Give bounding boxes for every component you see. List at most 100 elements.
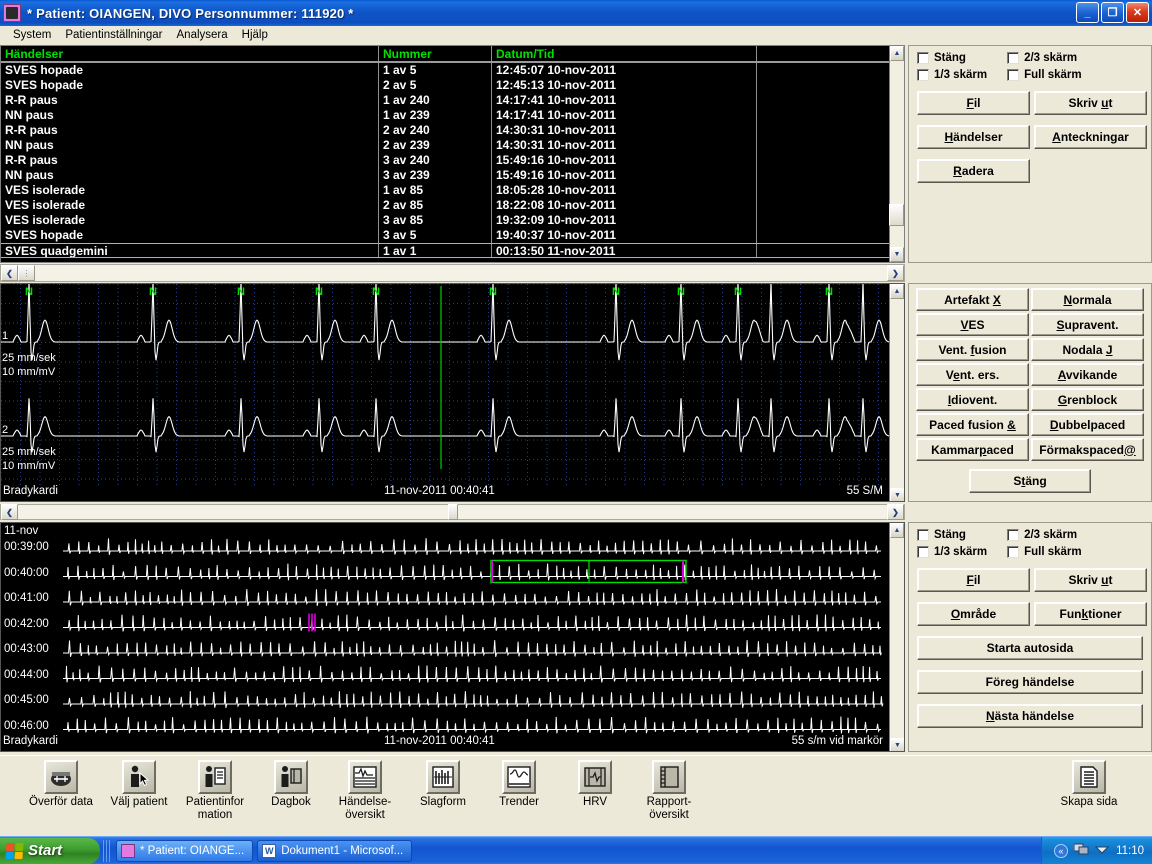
checkbox-icon[interactable] [1007, 529, 1020, 541]
classify-button-nodala-j[interactable]: Nodala J [1031, 338, 1144, 361]
toolbar-overfor-data[interactable]: Överför data [18, 760, 104, 809]
checkbox-stang-bottom[interactable]: Stäng [917, 529, 987, 541]
table-row[interactable]: SVES hopade 3 av 5 19:40:37 10-nov-2011 [1, 228, 904, 243]
ecg-hscroll-thumb[interactable] [447, 504, 458, 520]
toolbar-rapportoversikt[interactable]: Rapport- översikt [626, 760, 712, 822]
table-row[interactable]: SVES hopade 1 av 5 12:45:07 10-nov-2011 [1, 63, 904, 78]
toolbar-patientinformation[interactable]: Patientinfor mation [172, 760, 258, 822]
checkbox-third-screen-top[interactable]: 1/3 skärm [917, 69, 987, 81]
table-row[interactable]: NN paus 1 av 239 14:17:41 10-nov-2011 [1, 108, 904, 123]
tray-clock[interactable]: 11:10 [1116, 845, 1144, 857]
events-table[interactable]: Händelser Nummer Datum/Tid SVES hopade 1 … [0, 45, 905, 263]
checkbox-icon[interactable] [917, 529, 929, 541]
classify-button-f-rmakspaced[interactable]: Förmakspaced@ [1031, 438, 1144, 461]
classify-button-kammarpaced[interactable]: Kammarpaced [916, 438, 1029, 461]
events-horizontal-scrollbar[interactable]: ❮ ⋮ ❯ [0, 264, 905, 282]
handelser-button[interactable]: Händelser [917, 125, 1030, 149]
table-row[interactable]: R-R paus 3 av 240 15:49:16 10-nov-2011 [1, 153, 904, 168]
ecg-vertical-scrollbar[interactable]: ▲ ▼ [889, 284, 904, 501]
classify-button-grenblock[interactable]: Grenblock [1031, 388, 1144, 411]
full-disclosure-view[interactable]: 11-nov 00:39:00 00:40:00 00:41:00 00:42:00 0… [0, 522, 905, 752]
checkbox-icon[interactable] [917, 69, 929, 81]
table-row[interactable]: VES isolerade 1 av 85 18:05:28 10-nov-2011 [1, 183, 904, 198]
classify-button-vent-fusion[interactable]: Vent. fusion [916, 338, 1029, 361]
toolbar-trender[interactable]: Trender [476, 760, 562, 809]
checkbox-stang-top[interactable]: Stäng [917, 52, 987, 64]
table-row[interactable]: NN paus 3 av 239 15:49:16 10-nov-2011 [1, 168, 904, 183]
ecg-strip-view[interactable]: N N N N N N N N N N 1 25 mm/sek 10 mm/mV 2 25 mm/… [0, 283, 905, 502]
ecg-horizontal-scrollbar[interactable]: ❮ ❯ [0, 504, 905, 520]
checkbox-icon[interactable] [1007, 546, 1020, 558]
fil-button-bottom[interactable]: Fil [917, 568, 1030, 592]
foreg-handelse-button[interactable]: Föreg händelse [917, 670, 1143, 694]
close-button[interactable]: ✕ [1126, 2, 1149, 23]
checkbox-full-screen-top[interactable]: Full skärm [1007, 69, 1082, 81]
events-hscroll-track[interactable] [35, 265, 887, 281]
menu-item-patientinstallningar[interactable]: Patientinställningar [58, 28, 169, 42]
table-row[interactable]: R-R paus 2 av 240 14:30:31 10-nov-2011 [1, 123, 904, 138]
anteckningar-button[interactable]: Anteckningar [1034, 125, 1147, 149]
menu-item-system[interactable]: System [6, 28, 58, 42]
column-header-nummer[interactable]: Nummer [379, 46, 492, 61]
full-disclosure-waveform[interactable] [1, 523, 891, 737]
skriv-ut-button-bottom[interactable]: Skriv ut [1034, 568, 1147, 592]
fd-scroll-down-icon[interactable]: ▼ [890, 738, 904, 751]
scroll-right-icon[interactable]: ❯ [887, 265, 904, 281]
scroll-up-icon[interactable]: ▲ [890, 46, 904, 61]
fd-vertical-scrollbar[interactable]: ▲ ▼ [889, 523, 904, 751]
ecg-scroll-right-icon[interactable]: ❯ [887, 504, 904, 520]
table-row[interactable]: R-R paus 1 av 240 14:17:41 10-nov-2011 [1, 93, 904, 108]
checkbox-full-screen-bottom[interactable]: Full skärm [1007, 546, 1082, 558]
ecg-scroll-left-icon[interactable]: ❮ [1, 504, 18, 520]
checkbox-third-screen-bottom[interactable]: 1/3 skärm [917, 546, 987, 558]
nasta-handelse-button[interactable]: Nästa händelse [917, 704, 1143, 728]
events-scroll-thumb[interactable] [889, 204, 904, 226]
skriv-ut-button-top[interactable]: Skriv ut [1034, 91, 1147, 115]
taskbar-item-dokument[interactable]: W Dokument1 - Microsof... [257, 839, 413, 862]
stang-button-classify[interactable]: Stäng [969, 469, 1091, 493]
column-header-datumtid[interactable]: Datum/Tid [492, 46, 757, 61]
checkbox-icon[interactable] [1007, 69, 1020, 81]
classify-button-ves[interactable]: VES [916, 313, 1029, 336]
column-header-empty[interactable] [757, 46, 904, 61]
table-row[interactable]: VES isolerade 3 av 85 19:32:09 10-nov-2011 [1, 213, 904, 228]
column-header-handelser[interactable]: Händelser [1, 46, 379, 61]
events-vertical-scrollbar[interactable]: ▲ ▼ [889, 46, 904, 262]
classify-button-dubbelpaced[interactable]: Dubbelpaced [1031, 413, 1144, 436]
start-button[interactable]: Start [0, 837, 100, 864]
classify-button-artefakt-x[interactable]: Artefakt X [916, 288, 1029, 311]
fil-button-top[interactable]: Fil [917, 91, 1030, 115]
network-icon[interactable] [1073, 843, 1089, 859]
volume-icon[interactable] [1094, 843, 1110, 859]
ecg-waveform[interactable]: NNNNNNNNNN [1, 284, 891, 487]
classify-button-avvikande[interactable]: Avvikande [1031, 363, 1144, 386]
toolbar-slagform[interactable]: Slagform [400, 760, 486, 809]
fd-scroll-up-icon[interactable]: ▲ [890, 523, 904, 538]
omrade-button[interactable]: Område [917, 602, 1030, 626]
table-row[interactable]: NN paus 2 av 239 14:30:31 10-nov-2011 [1, 138, 904, 153]
scroll-left-icon[interactable]: ❮ [1, 265, 18, 281]
checkbox-two-thirds-screen-top[interactable]: 2/3 skärm [1007, 52, 1082, 64]
tray-expand-icon[interactable]: « [1054, 844, 1069, 858]
checkbox-icon[interactable] [917, 546, 929, 558]
checkbox-icon[interactable] [917, 52, 929, 64]
checkbox-two-thirds-screen-bottom[interactable]: 2/3 skärm [1007, 529, 1082, 541]
classify-button-idiovent[interactable]: Idiovent. [916, 388, 1029, 411]
toolbar-valj-patient[interactable]: Välj patient [96, 760, 182, 809]
classify-button-normala[interactable]: Normala [1031, 288, 1144, 311]
taskbar-item-patient[interactable]: * Patient: OIANGE... [116, 839, 254, 862]
table-row[interactable]: SVES quadgemini 1 av 1 00:13:50 11-nov-201… [1, 243, 904, 258]
table-row[interactable]: SVES hopade 2 av 5 12:45:13 10-nov-2011 [1, 78, 904, 93]
funktioner-button[interactable]: Funktioner [1034, 602, 1147, 626]
menu-item-analysera[interactable]: Analysera [170, 28, 235, 42]
ecg-scroll-down-icon[interactable]: ▼ [890, 488, 904, 501]
scroll-down-icon[interactable]: ▼ [890, 247, 904, 262]
toolbar-handelseoversikt[interactable]: Händelse- översikt [322, 760, 408, 822]
checkbox-icon[interactable] [1007, 52, 1020, 64]
events-hscroll-thumb[interactable]: ⋮ [18, 265, 35, 281]
menu-item-hjalp[interactable]: Hjälp [235, 28, 275, 42]
table-row[interactable]: VES isolerade 2 av 85 18:22:08 10-nov-2011 [1, 198, 904, 213]
ecg-hscroll-track-left[interactable] [18, 504, 448, 520]
minimize-button[interactable]: _ [1076, 2, 1099, 23]
classify-button-supravent[interactable]: Supravent. [1031, 313, 1144, 336]
